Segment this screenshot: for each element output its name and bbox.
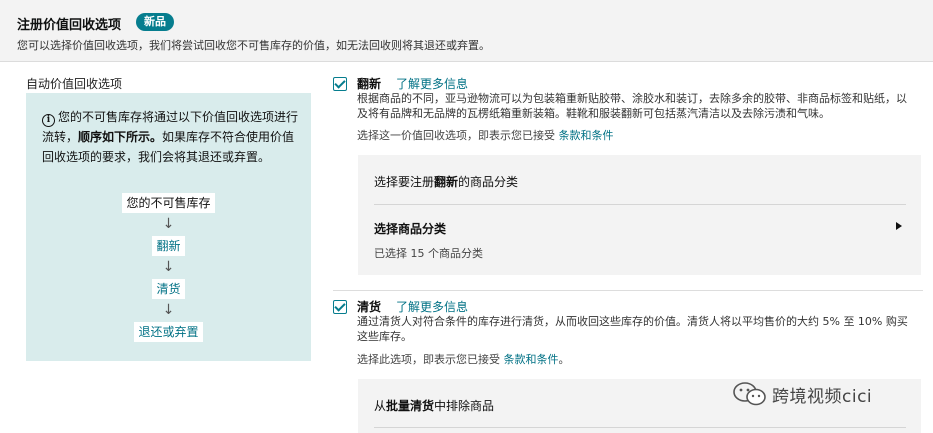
watermark-text: 跨境视频cici <box>772 386 873 407</box>
refurbish-box-heading: 选择要注册翻新的商品分类 <box>374 173 518 190</box>
refurbish-box-heading-b: 的商品分类 <box>458 175 519 189</box>
section-header: 注册价值回收选项 新品 您可以选择价值回收选项，我们将尝试回收您不可售库存的价值… <box>0 0 933 62</box>
section-subtitle: 您可以选择价值回收选项，我们将尝试回收您不可售库存的价值，如无法回收则将其退还或… <box>17 39 490 52</box>
liquidation-terms-link[interactable]: 条款和条件 <box>504 353 559 366</box>
liquidation-accept-label: 选择此选项，即表示您已接受 <box>357 353 500 366</box>
select-category-button[interactable]: 选择商品分类 <box>374 220 446 237</box>
liquidation-accept-suffix: 。 <box>558 353 570 366</box>
box-divider <box>374 204 906 205</box>
liquidation-title: 清货 <box>357 300 382 314</box>
chevron-right-icon[interactable] <box>896 222 902 230</box>
flow-step-liquidation[interactable]: 清货 <box>152 279 185 299</box>
arrow-down-icon: ↓ <box>162 259 175 275</box>
info-text-bold: 顺序如下所示。 <box>78 130 163 144</box>
flow-step-refurbish[interactable]: 翻新 <box>152 236 185 256</box>
arrow-down-icon: ↓ <box>162 302 175 318</box>
liquidation-box-heading-bold: 批量清货 <box>386 399 435 413</box>
new-badge: 新品 <box>136 13 174 31</box>
refurbish-category-box: 选择要注册翻新的商品分类 选择商品分类 已选择 15 个商品分类 <box>358 155 921 275</box>
option-separator <box>333 290 923 291</box>
flow-step-return-dispose[interactable]: 退还或弃置 <box>134 322 203 342</box>
info-icon: i <box>42 114 55 127</box>
arrow-down-icon: ↓ <box>162 216 175 232</box>
liquidation-box-heading: 从批量清货中排除商品 <box>374 397 494 414</box>
liquidation-learn-more-link[interactable]: 了解更多信息 <box>396 298 468 315</box>
refurbish-terms-link[interactable]: 条款和条件 <box>559 129 614 142</box>
liquidation-checkbox[interactable] <box>333 300 347 314</box>
watermark: 跨境视频cici <box>732 380 872 408</box>
refurbish-checkbox[interactable] <box>333 77 347 91</box>
refurbish-title: 翻新 <box>357 77 382 91</box>
box-divider <box>374 427 906 428</box>
liquidation-description: 通过清货人对符合条件的库存进行清货，从而收回这些库存的价值。清货人将以平均售价的… <box>357 315 908 343</box>
recovery-flow: 您的不可售库存 ↓ 翻新 ↓ 清货 ↓ 退还或弃置 <box>26 193 311 342</box>
refurbish-learn-more-link[interactable]: 了解更多信息 <box>396 75 468 92</box>
refurbish-box-heading-bold: 翻新 <box>434 175 459 189</box>
section-title: 注册价值回收选项 <box>17 18 122 33</box>
flow-step-inventory: 您的不可售库存 <box>122 193 215 213</box>
refurbish-accept-text: 选择这一价值回收选项，即表示您已接受 条款和条件 <box>357 127 614 143</box>
refurbish-box-heading-a: 选择要注册 <box>374 175 435 189</box>
info-text: i 您的不可售库存将通过以下价值回收选项进行流转，顺序如下所示。如果库存不符合使用… <box>42 107 300 167</box>
refurbish-description: 根据商品的不同，亚马逊物流可以为包装箱重新贴胶带、涂胶水和装订，去除多余的胶带、… <box>357 92 907 120</box>
refurbish-accept-label: 选择这一价值回收选项，即表示您已接受 <box>357 129 555 142</box>
liquidation-box-heading-a: 从 <box>374 399 387 413</box>
liquidation-box-heading-b: 中排除商品 <box>434 399 495 413</box>
liquidation-accept-text: 选择此选项，即表示您已接受 条款和条件。 <box>357 351 570 367</box>
wechat-icon <box>733 382 766 406</box>
recovery-flow-panel: i 您的不可售库存将通过以下价值回收选项进行流转，顺序如下所示。如果库存不符合使用… <box>26 93 311 361</box>
selected-category-count: 已选择 15 个商品分类 <box>374 247 483 260</box>
auto-recovery-label: 自动价值回收选项 <box>26 77 123 91</box>
